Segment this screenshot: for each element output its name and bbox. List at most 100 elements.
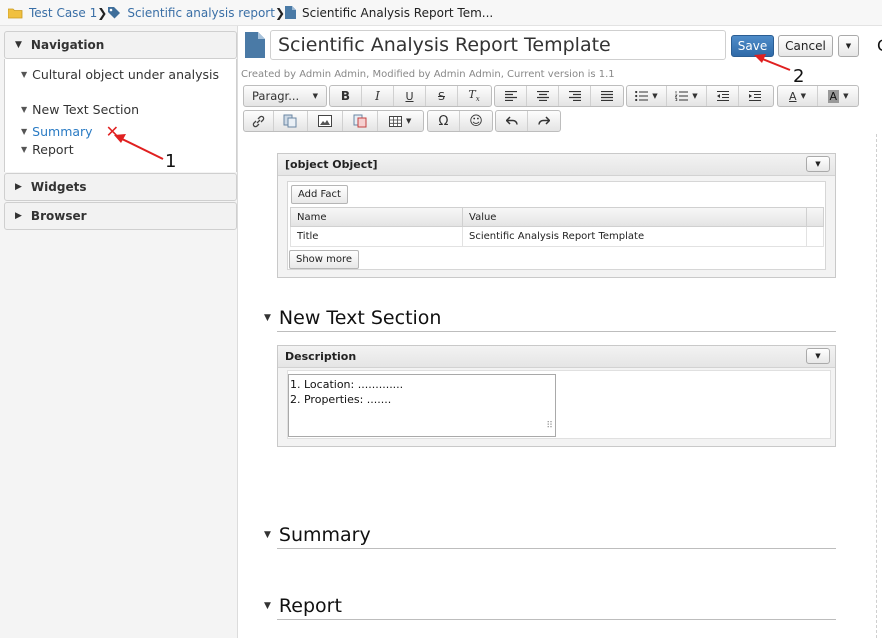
breadcrumb: Test Case 1 ❯ Scientific analysis report… — [0, 0, 882, 26]
section-title: Report — [278, 595, 342, 617]
numbered-list-icon — [675, 91, 689, 101]
browser-accordion-header[interactable]: ▶ Browser — [4, 202, 237, 230]
widget-title: [object Object] — [285, 158, 378, 171]
justify-button[interactable] — [591, 86, 623, 106]
redo-icon — [538, 116, 550, 125]
triangle-down-icon: ▼ — [15, 40, 22, 50]
insert-group: ▼ — [243, 110, 424, 132]
history-group — [495, 110, 561, 132]
paragraph-format-select[interactable]: Paragr... ▼ — [243, 85, 327, 107]
paste-document-button[interactable] — [274, 111, 309, 131]
widget-header: Description ▼ — [278, 346, 835, 368]
strikethrough-button[interactable]: S — [426, 86, 458, 106]
breadcrumb-label: Scientific analysis report — [127, 5, 275, 20]
align-center-button[interactable] — [527, 86, 559, 106]
resize-grip-icon[interactable]: ⠿ — [546, 419, 553, 434]
cutoff-text: C — [877, 36, 882, 55]
alignment-group — [494, 85, 624, 107]
section-new-text[interactable]: ▼ New Text Section — [264, 307, 441, 329]
align-left-button[interactable] — [495, 86, 527, 106]
clear-format-button[interactable]: Tx — [458, 86, 490, 106]
bullet-list-button[interactable]: ▼ — [627, 86, 667, 106]
caret-down-icon: ▼ — [312, 92, 318, 100]
indent-button[interactable] — [739, 86, 771, 106]
section-divider — [277, 619, 836, 620]
link-button[interactable] — [244, 111, 274, 131]
copy-document-icon — [283, 114, 297, 128]
outdent-button[interactable] — [707, 86, 739, 106]
column-header-name[interactable]: Name — [291, 208, 463, 226]
bullet-list-icon — [635, 91, 649, 101]
align-right-icon — [568, 91, 581, 101]
breadcrumb-test-case[interactable]: Test Case 1 — [8, 6, 97, 20]
more-options-button[interactable]: ▼ — [838, 35, 859, 57]
document-icon — [245, 32, 265, 58]
table-button[interactable]: ▼ — [378, 111, 423, 131]
align-left-icon — [504, 91, 517, 101]
breadcrumb-current: Scientific Analysis Report Tem... — [285, 6, 493, 20]
triangle-right-icon: ▶ — [15, 211, 22, 221]
annotation-label-1: 1 — [165, 151, 177, 172]
facts-table-header: Name Value — [290, 207, 824, 227]
link-icon — [252, 115, 265, 127]
navigation-accordion-header[interactable]: ▼ Navigation — [4, 31, 237, 59]
italic-button[interactable]: I — [362, 86, 394, 106]
triangle-down-icon: ▼ — [264, 530, 271, 540]
description-line: 1. Location: ............. — [290, 378, 404, 391]
emoticon-button[interactable]: ☺ — [460, 111, 492, 131]
fact-value-cell: Scientific Analysis Report Template — [463, 227, 807, 246]
section-title: Summary — [278, 524, 371, 546]
nav-item-new-text-section[interactable]: ▼ New Text Section — [21, 102, 139, 117]
section-report[interactable]: ▼ Report — [264, 595, 342, 617]
section-summary[interactable]: ▼ Summary — [264, 524, 371, 546]
show-more-button[interactable]: Show more — [289, 250, 360, 269]
background-color-icon: A — [827, 89, 840, 103]
outdent-icon — [716, 91, 729, 101]
numbered-list-button[interactable]: ▼ — [667, 86, 707, 106]
annotation-label-2: 2 — [793, 66, 805, 87]
undo-button[interactable] — [496, 111, 528, 131]
underline-button[interactable]: U — [394, 86, 426, 106]
caret-down-icon: ▼ — [692, 92, 698, 100]
align-justify-icon — [601, 91, 613, 101]
column-header-value[interactable]: Value — [463, 208, 807, 226]
clear-format-icon: Tx — [468, 88, 480, 104]
chevron-right-icon: ❯ — [97, 5, 108, 20]
image-button[interactable] — [308, 111, 343, 131]
smiley-icon: ☺ — [469, 113, 483, 129]
italic-icon: I — [375, 89, 380, 103]
background-color-button[interactable]: A ▼ — [818, 86, 858, 106]
widget-menu-button[interactable]: ▼ — [806, 348, 830, 364]
caret-down-icon: ▼ — [800, 92, 806, 100]
cancel-button[interactable]: Cancel — [778, 35, 833, 57]
description-textarea[interactable]: 1. Location: ............. 2. Properties… — [288, 374, 556, 437]
indent-icon — [749, 91, 761, 101]
triangle-down-icon: ▼ — [21, 105, 28, 114]
table-row[interactable]: Title Scientific Analysis Report Templat… — [290, 227, 824, 247]
section-title: New Text Section — [278, 307, 442, 329]
widgets-accordion-header[interactable]: ▶ Widgets — [4, 173, 237, 201]
nav-item-report[interactable]: ▼ Report — [21, 142, 74, 157]
special-character-button[interactable]: Ω — [428, 111, 460, 131]
breadcrumb-scientific-report[interactable]: Scientific analysis report — [107, 6, 275, 20]
triangle-down-icon: ▼ — [21, 145, 28, 154]
triangle-down-icon: ▼ — [264, 601, 271, 611]
nav-item-summary[interactable]: ▼ Summary ✕ — [21, 122, 119, 141]
document-title-input[interactable]: Scientific Analysis Report Template — [270, 30, 726, 60]
caret-down-icon: ▼ — [406, 117, 412, 125]
triangle-down-icon: ▼ — [264, 313, 271, 323]
bold-button[interactable]: B — [330, 86, 362, 106]
pdf-button[interactable] — [343, 111, 378, 131]
section-divider — [277, 331, 836, 332]
delete-icon[interactable]: ✕ — [106, 122, 119, 141]
widget-menu-button[interactable]: ▼ — [806, 156, 830, 172]
chevron-right-icon: ❯ — [274, 5, 285, 20]
text-color-button[interactable]: A ▼ — [778, 86, 818, 106]
nav-item-label: Cultural object under analysis — [32, 67, 220, 82]
nav-item-label: Report — [32, 142, 74, 157]
add-fact-button[interactable]: Add Fact — [291, 185, 348, 204]
align-right-button[interactable] — [559, 86, 591, 106]
nav-item-cultural-object[interactable]: ▼ Cultural object under analysis — [21, 67, 219, 82]
redo-button[interactable] — [528, 111, 560, 131]
save-button[interactable]: Save — [731, 35, 774, 57]
